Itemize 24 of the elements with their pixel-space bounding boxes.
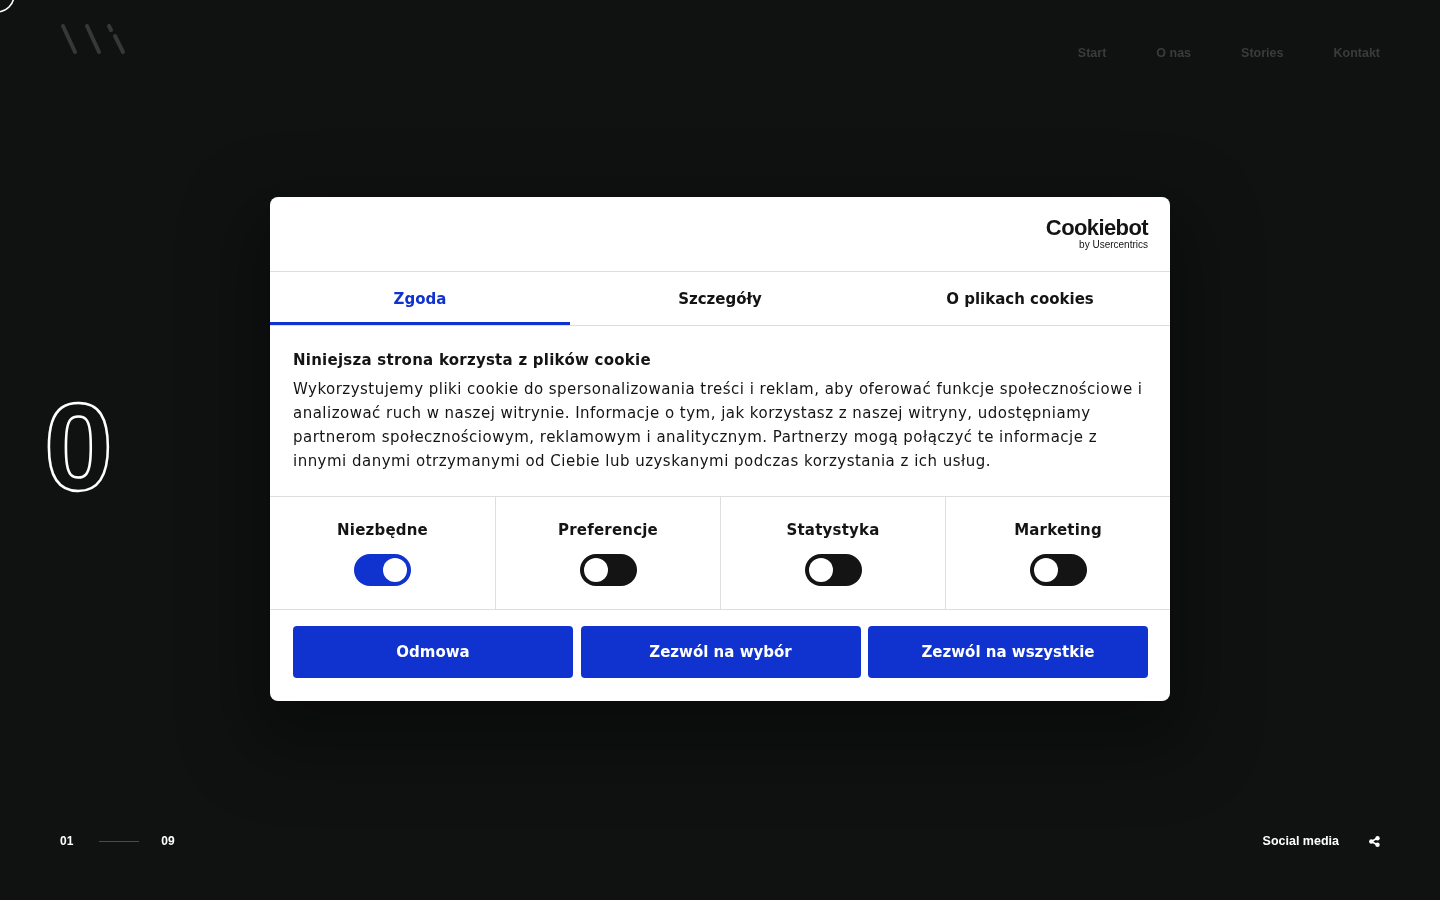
category-label: Niezbędne (337, 520, 428, 540)
dialog-heading: Niniejsza strona korzysta z plików cookie (293, 350, 652, 370)
ring-icon (0, 0, 16, 15)
consent-button[interactable]: Zezwól na wybór (580, 626, 861, 678)
dialog-tab[interactable]: Zgoda (270, 272, 570, 325)
consent-button[interactable]: Odmowa (293, 626, 573, 678)
toggle-switch[interactable] (579, 554, 637, 586)
brand-byline: by Usercentrics (1079, 239, 1148, 251)
category-label: Statystyka (786, 520, 880, 540)
dialog-tab[interactable]: O plikach cookies (870, 272, 1170, 325)
slide-total: 09 (161, 834, 175, 848)
category-label: Preferencje (558, 520, 658, 540)
toggle-switch[interactable] (354, 554, 411, 586)
dialog-tab[interactable]: Szczegóły (570, 272, 870, 325)
hero-number: 0 (44, 385, 113, 509)
brand-name: Cookiebot (1045, 217, 1148, 239)
category-label: Marketing (1014, 520, 1102, 540)
share-icon[interactable] (1369, 835, 1380, 847)
consent-button[interactable]: Zezwól na wszystkie (868, 626, 1148, 678)
social-media-link[interactable]: Social media (1262, 834, 1339, 848)
dialog-text: Wykorzystujemy pliki cookie do spersonalizowania treści i reklam, aby oferować funkcje społecznościowe i analizować ruch w naszej witrynie. Informacje o tym, jak korzystasz z naszej witryny, udostępniamy partnerom społecznościowym, reklamowym i analitycznym. Partnerzy mogą połączyć te informacje z innymi danymi otrzymanymi od Ciebie lub uzyskanymi podczas korzystania z ich usług. (293, 379, 1144, 472)
toggle-switch[interactable] (804, 554, 862, 586)
slide-current: 01 (60, 834, 74, 848)
toggle-switch[interactable] (1029, 554, 1087, 586)
